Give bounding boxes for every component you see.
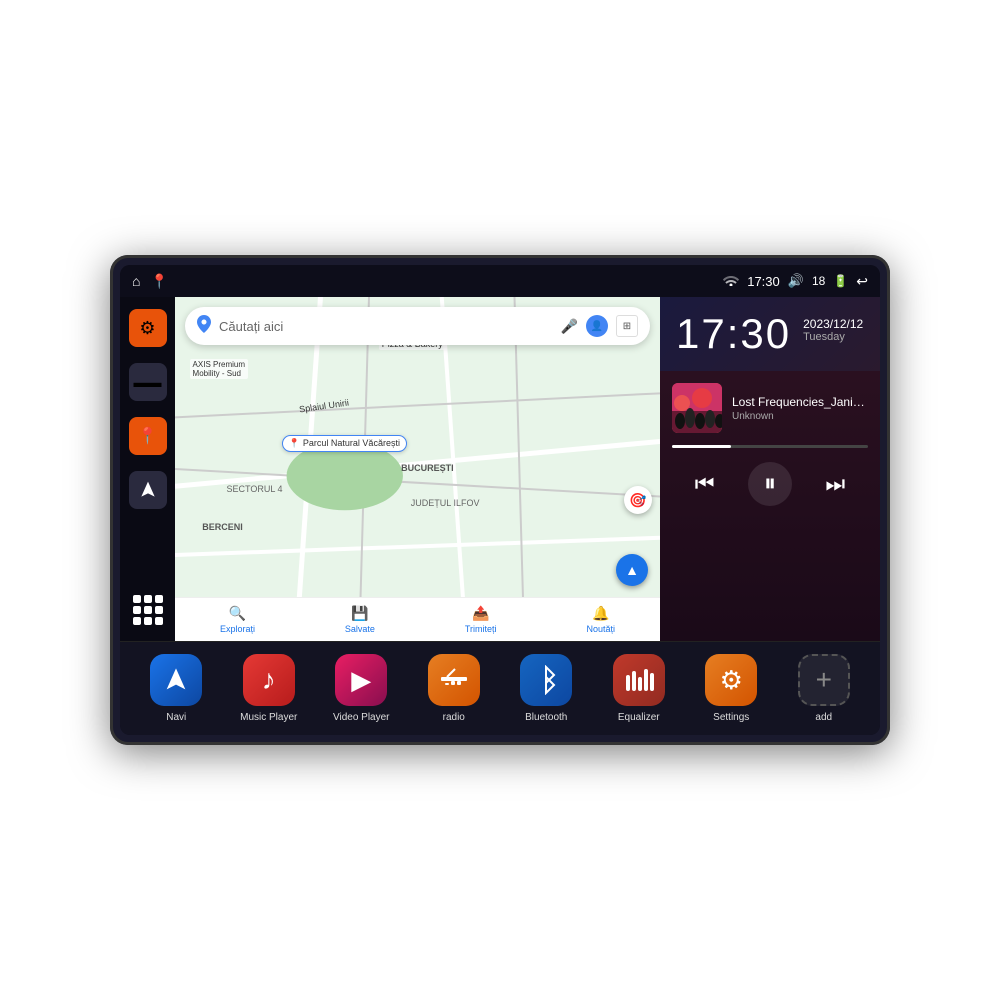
right-panel: 17:30 2023/12/12 Tuesday [660,297,880,641]
clock-day-value: Tuesday [803,331,863,343]
map-label-ilfov: JUDEȚUL ILFOV [408,497,483,509]
music-progress-fill [672,445,731,448]
device-frame: ⌂ 📍 17:30 🔊 18 🔋 ↩ [110,255,890,745]
add-icon: + [798,654,850,706]
explore-label: Explorați [220,624,255,634]
clock-time: 17:30 [676,313,791,355]
equalizer-label: Equalizer [618,712,660,723]
map-user-avatar[interactable]: 👤 [586,315,608,337]
app-music-player[interactable]: ♪ Music Player [235,654,303,723]
map-layers-icon[interactable]: ⊞ [616,315,638,337]
home-icon[interactable]: ⌂ [132,273,140,289]
map-nav-explore[interactable]: 🔍 Explorați [220,605,255,634]
app-add[interactable]: + add [790,654,858,723]
radio-label: radio [443,712,465,723]
app-drawer-icon[interactable] [129,591,167,629]
pause-button[interactable]: ⏸ [748,462,792,506]
saved-label: Salvate [345,624,375,634]
map-label-berceni: BERCENI [199,521,246,533]
bluetooth-icon [520,654,572,706]
navi-icon [150,654,202,706]
music-progress-bar[interactable] [672,445,868,448]
app-grid-container: Navi ♪ Music Player ▶ Video Player [120,641,880,735]
map-pin-icon [197,315,211,338]
app-video-player[interactable]: ▶ Video Player [327,654,395,723]
sidebar: ⚙ ▬▬ 📍 [120,297,175,641]
wifi-icon [723,274,739,289]
map-background: Căutați aici 🎤 👤 ⊞ AXIS PremiumMobility … [175,297,660,641]
prev-button[interactable]: ⏮ [683,462,727,506]
map-nav-saved[interactable]: 💾 Salvate [345,605,375,634]
status-left: ⌂ 📍 [132,273,168,290]
map-area[interactable]: Căutați aici 🎤 👤 ⊞ AXIS PremiumMobility … [175,297,660,641]
grid-dots [133,595,163,625]
bluetooth-label: Bluetooth [525,712,567,723]
sidebar-folder-icon[interactable]: ▬▬ [129,363,167,401]
news-icon: 🔔 [592,605,609,622]
main-content: ⚙ ▬▬ 📍 [120,297,880,641]
map-nav-news[interactable]: 🔔 Noutăți [587,605,616,634]
status-right: 17:30 🔊 18 🔋 ↩ [723,273,868,290]
music-player-label: Music Player [240,712,297,723]
map-bottom-nav: 🔍 Explorați 💾 Salvate 📤 Trimiteți � [175,597,660,641]
app-bluetooth[interactable]: Bluetooth [512,654,580,723]
saved-icon: 💾 [351,605,368,622]
maps-icon[interactable]: 📍 [150,273,167,290]
status-bar: ⌂ 📍 17:30 🔊 18 🔋 ↩ [120,265,880,297]
back-icon[interactable]: ↩ [856,273,868,290]
app-radio[interactable]: radio [420,654,488,723]
share-icon: 📤 [472,605,489,622]
map-mic-icon[interactable]: 🎤 [561,318,578,335]
clock-date: 2023/12/12 Tuesday [803,317,863,343]
map-search-bar[interactable]: Căutați aici 🎤 👤 ⊞ [185,307,650,345]
album-art [672,383,722,433]
app-navi[interactable]: Navi [142,654,210,723]
app-grid: Navi ♪ Music Player ▶ Video Player [130,654,870,723]
news-label: Noutăți [587,624,616,634]
sidebar-settings-icon[interactable]: ⚙ [129,309,167,347]
share-label: Trimiteți [465,624,497,634]
navi-label: Navi [166,712,186,723]
video-player-label: Video Player [333,712,390,723]
music-title: Lost Frequencies_Janie... [732,395,868,409]
equalizer-icon [613,654,665,706]
music-info: Lost Frequencies_Janie... Unknown [672,383,868,433]
music-widget: Lost Frequencies_Janie... Unknown ⏮ ⏸ ⏭ [660,371,880,641]
volume-icon: 🔊 [788,273,804,289]
next-button[interactable]: ⏭ [813,462,857,506]
explore-icon: 🔍 [229,605,246,622]
status-time: 17:30 [747,274,780,289]
clock-widget: 17:30 2023/12/12 Tuesday [660,297,880,371]
map-nav-share[interactable]: 📤 Trimiteți [465,605,497,634]
map-label-buc: BUCUREȘTI [398,462,457,474]
sidebar-nav-icon[interactable] [129,471,167,509]
music-player-icon: ♪ [243,654,295,706]
map-poi-park: 📍Parcul Natural Văcărești [282,435,407,452]
device-screen: ⌂ 📍 17:30 🔊 18 🔋 ↩ [120,265,880,735]
app-equalizer[interactable]: Equalizer [605,654,673,723]
my-location-btn[interactable]: 🎯 [624,486,652,514]
sidebar-mappin-icon[interactable]: 📍 [129,417,167,455]
settings-label: Settings [713,712,749,723]
music-artist: Unknown [732,411,868,422]
music-controls: ⏮ ⏸ ⏭ [672,462,868,506]
map-search-text: Căutați aici [219,319,553,334]
add-label: add [815,712,832,723]
video-player-icon: ▶ [335,654,387,706]
settings-icon: ⚙ [705,654,757,706]
app-settings[interactable]: ⚙ Settings [697,654,765,723]
radio-icon [428,654,480,706]
map-label-axis: AXIS PremiumMobility - Sud [190,359,248,379]
music-meta: Lost Frequencies_Janie... Unknown [732,395,868,422]
battery-icon: 🔋 [833,274,848,288]
map-label-sect4: SECTORUL 4 [224,483,286,495]
clock-date-value: 2023/12/12 [803,317,863,331]
battery-level: 18 [812,274,825,288]
nav-current-location: ▲ [616,554,648,586]
